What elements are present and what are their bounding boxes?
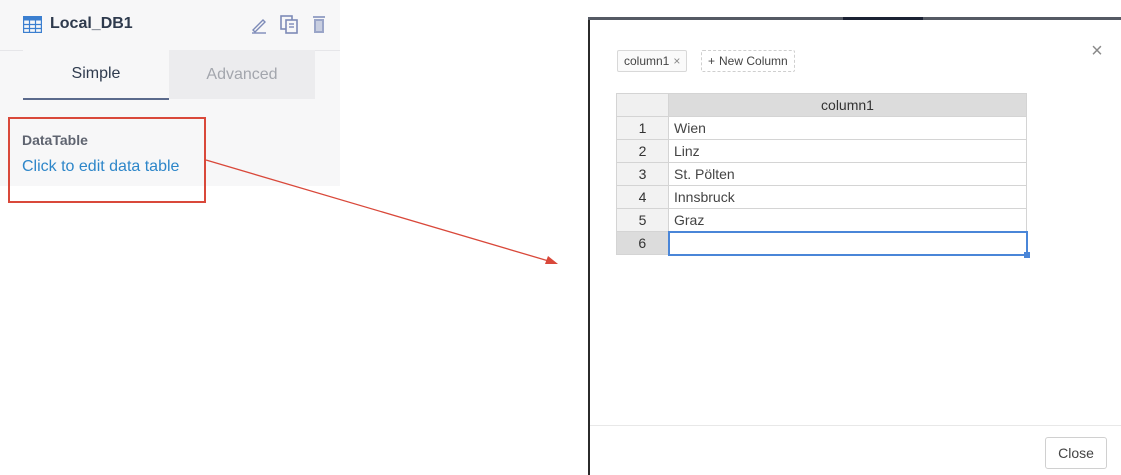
- trash-icon[interactable]: [309, 14, 329, 34]
- row-number[interactable]: 4: [616, 185, 669, 209]
- close-button[interactable]: Close: [1045, 437, 1107, 469]
- grid-cell[interactable]: Graz: [668, 208, 1027, 232]
- table-row: 3 St. Pölten: [616, 162, 1027, 186]
- column-chip[interactable]: column1 ×: [617, 50, 688, 72]
- table-row: 1 Wien: [616, 116, 1027, 140]
- data-grid: column1 1 Wien 2 Linz 3 St. Pölten 4 Inn…: [616, 93, 1030, 258]
- panel-header: Local_DB1: [0, 0, 340, 51]
- modal-footer-divider: [590, 425, 1121, 426]
- row-number[interactable]: 2: [616, 139, 669, 163]
- grid-cell-selected[interactable]: [667, 230, 1030, 258]
- table-row: 2 Linz: [616, 139, 1027, 163]
- row-number[interactable]: 1: [616, 116, 669, 140]
- panel-tabs: Simple Advanced: [23, 50, 315, 100]
- plus-icon: +: [708, 54, 716, 68]
- new-column-label: New Column: [719, 54, 788, 68]
- table-row: 5 Graz: [616, 208, 1027, 232]
- table-row-selected: 6: [616, 230, 1030, 258]
- panel-title: Local_DB1: [50, 15, 133, 32]
- new-column-button[interactable]: + New Column: [701, 50, 795, 72]
- column-chip-label: column1: [624, 54, 670, 68]
- fill-handle[interactable]: [1023, 251, 1030, 258]
- grid-column-header[interactable]: column1: [668, 93, 1027, 117]
- annotation-highlight-box: [8, 117, 206, 203]
- grid-cell[interactable]: St. Pölten: [668, 162, 1027, 186]
- row-number[interactable]: 6: [616, 231, 669, 255]
- grid-cell[interactable]: Wien: [668, 116, 1027, 140]
- table-icon: [23, 16, 42, 33]
- row-number[interactable]: 5: [616, 208, 669, 232]
- row-number[interactable]: 3: [616, 162, 669, 186]
- pencil-icon[interactable]: [249, 14, 269, 34]
- copy-icon[interactable]: [279, 14, 299, 34]
- grid-cell[interactable]: Linz: [668, 139, 1027, 163]
- close-icon[interactable]: ×: [1088, 41, 1106, 61]
- tab-simple[interactable]: Simple: [23, 50, 169, 100]
- grid-corner-cell: [616, 93, 669, 117]
- tab-advanced[interactable]: Advanced: [169, 50, 315, 99]
- table-row: 4 Innsbruck: [616, 185, 1027, 209]
- grid-cell[interactable]: Innsbruck: [668, 185, 1027, 209]
- remove-column-icon[interactable]: ×: [673, 54, 680, 68]
